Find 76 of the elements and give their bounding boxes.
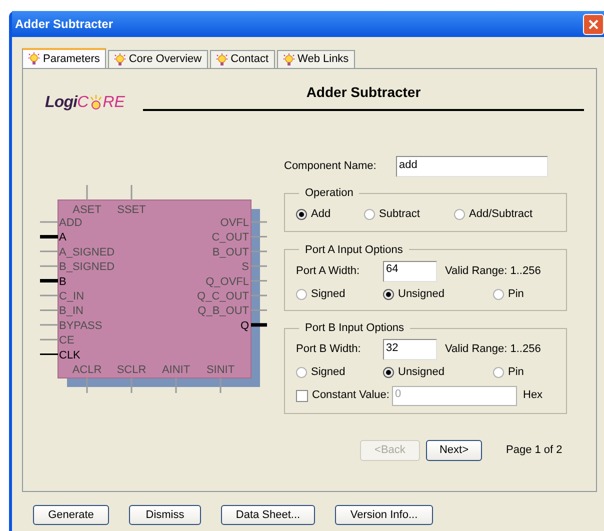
logo: LogiC RE [45,95,126,111]
valid-range: Valid Range: 1..256 [445,264,541,279]
pin-label: ASET [72,204,102,216]
lightbulb-icon [216,52,228,66]
radio-label: Unsigned [398,365,444,380]
pin-label: C_OUT [212,232,249,244]
tab[interactable]: Contact [210,50,275,68]
tab[interactable]: Parameters [22,48,106,68]
lightbulb-icon [282,52,295,66]
pin-label: Q_C_OUT [197,290,249,302]
radio-label: Pin [508,365,524,380]
radio-button[interactable] [364,209,375,220]
pin-label: B_OUT [212,246,249,258]
pin-label: AINIT [162,364,190,376]
sun-icon [88,95,103,111]
window-title: Adder Subtracter [15,16,114,33]
pin-label: B_SIGNED [59,261,115,274]
component-name-field[interactable]: add [396,156,548,177]
pin-label: A_SIGNED [59,246,115,258]
pin-label: CLK [59,349,80,362]
pin-label: Q [240,320,249,332]
width-field[interactable]: 32 [383,339,437,360]
pin-label: S [242,261,249,274]
width-field[interactable]: 64 [383,260,437,282]
group-title: Operation [305,187,354,199]
pin-label: CE [59,334,74,347]
radio-button[interactable] [296,209,307,220]
pin-label: SCLR [116,364,146,376]
pin-label: SSET [117,204,146,216]
radio-label: Unsigned [398,286,444,302]
radio-label: Pin [508,286,524,302]
tab[interactable]: Web Links [276,50,355,68]
radio-button[interactable] [296,288,307,300]
radio-button[interactable] [383,367,394,378]
pin-label: Q_OVFL [206,276,249,288]
constant-value-checkbox[interactable] [296,390,308,402]
radio-label: Subtract [379,207,420,222]
radio-label: Signed [311,365,346,380]
pin-label: B [59,276,66,288]
radio-button[interactable] [493,288,504,300]
hex-unit: Hex [523,388,543,404]
close-button[interactable] [583,14,604,34]
pin-label: Q_B_OUT [198,305,249,318]
dialog-button[interactable]: Data Sheet... [221,505,315,525]
dialog-button[interactable]: Generate [33,505,109,525]
width-label: Port B Width: [296,342,362,358]
page-heading: Adder Subtracter [306,83,421,102]
pin-label: C_IN [59,290,84,302]
pin-label: ACLR [72,364,102,376]
width-label: Port A Width: [296,264,361,279]
pin-label: SINIT [206,364,235,376]
lightbulb-icon [28,52,40,66]
radio-button[interactable] [383,288,394,300]
page-indicator: Page 1 of 2 [506,442,562,458]
component-name-label: Component Name: [284,159,378,174]
radio-label: Add [311,207,331,222]
radio-button[interactable] [296,367,307,378]
valid-range: Valid Range: 1..256 [445,342,541,358]
pin-label: ADD [59,217,82,229]
radio-label: Add/Subtract [469,207,533,222]
constant-value-label: Constant Value: [312,388,390,404]
group-title: Port A Input Options [305,244,403,256]
lightbulb-icon [114,52,126,66]
next-button[interactable]: Next> [426,440,482,460]
radio-label: Signed [311,286,346,302]
close-icon [588,18,599,30]
radio-button[interactable] [493,367,504,378]
dialog-button[interactable]: Dismiss [129,505,201,525]
pin-label: A [59,232,66,244]
pin-label: B_IN [59,305,84,318]
group-title: Port B Input Options [305,322,404,334]
tab[interactable]: Core Overview [108,50,208,68]
pin-label: OVFL [220,217,249,229]
radio-button[interactable] [454,209,465,220]
pin-label: BYPASS [59,320,102,332]
dialog-button[interactable]: Version Info... [335,505,433,525]
